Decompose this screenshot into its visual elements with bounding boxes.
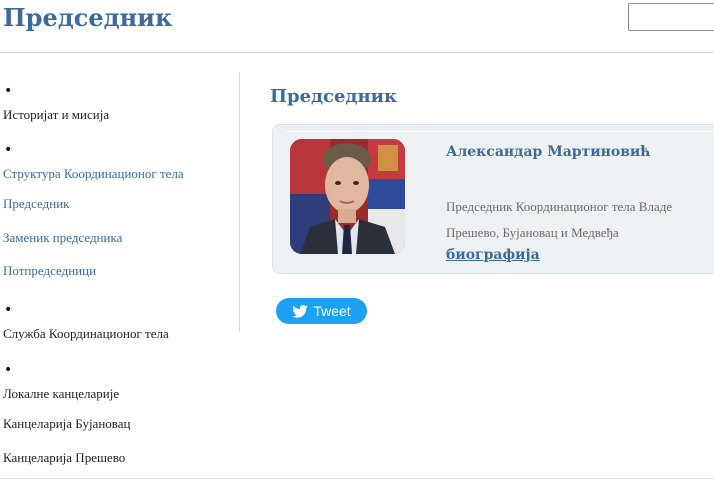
tweet-button[interactable]: Tweet bbox=[276, 298, 367, 324]
section-title: Председник bbox=[270, 86, 397, 107]
person-role: Председник Координационог тела Владе Пре… bbox=[446, 194, 714, 246]
sidebar-item-structure[interactable]: Структура Координационог тела bbox=[3, 166, 184, 182]
sidebar-divider bbox=[239, 72, 240, 332]
sidebar-item-deputy[interactable]: Заменик председника bbox=[3, 230, 122, 246]
sidebar-item-office-presevo[interactable]: Канцеларија Прешево bbox=[3, 450, 125, 466]
sidebar-item-local-offices[interactable]: Локалне канцеларије bbox=[3, 386, 119, 402]
twitter-bird-icon bbox=[292, 304, 309, 318]
person-name: Александар Мартиновић bbox=[446, 144, 651, 160]
biography-link[interactable]: биографија bbox=[446, 247, 540, 263]
sidebar-bullet: • bbox=[4, 83, 13, 99]
sidebar-item-service[interactable]: Служба Координационог тела bbox=[3, 326, 169, 342]
page-title: Председник bbox=[3, 3, 173, 32]
tweet-label: Tweet bbox=[313, 303, 351, 319]
sidebar-item-vice-presidents[interactable]: Потпредседници bbox=[3, 263, 96, 279]
card-divider bbox=[286, 131, 714, 132]
sidebar-bullet: • bbox=[4, 362, 13, 378]
header-divider bbox=[0, 52, 714, 53]
person-photo bbox=[290, 139, 405, 254]
person-role-line: Председник Координационог тела Владе bbox=[446, 199, 673, 214]
sidebar-bullet: • bbox=[4, 142, 13, 158]
footer-divider bbox=[0, 478, 714, 479]
sidebar-bullet: • bbox=[4, 302, 13, 318]
sidebar-item-office-bujanovac[interactable]: Канцеларија Бујановац bbox=[3, 416, 130, 432]
search-input[interactable] bbox=[628, 3, 714, 31]
sidebar-item-history[interactable]: Историјат и мисија bbox=[3, 107, 109, 123]
sidebar-item-president[interactable]: Председник bbox=[3, 196, 69, 212]
person-role-line: Прешево, Бујановац и Медвеђа bbox=[446, 225, 619, 240]
